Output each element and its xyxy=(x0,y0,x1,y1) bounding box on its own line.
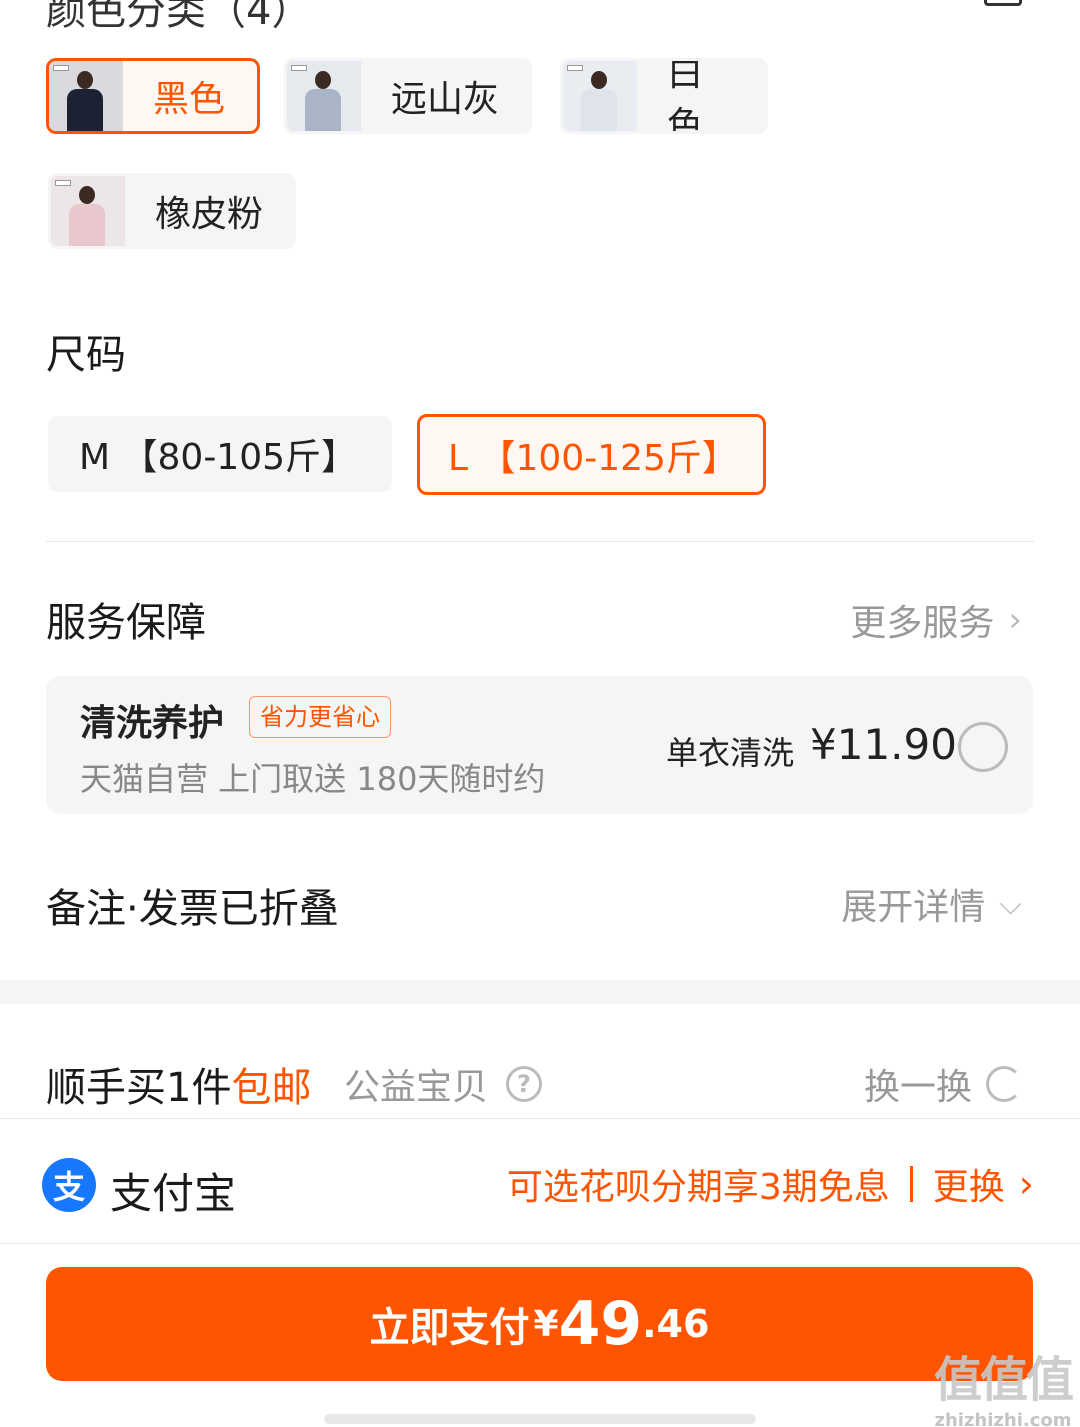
more-services-link[interactable]: 更多服务 › xyxy=(850,594,1022,646)
swap-button[interactable]: 换一换 xyxy=(864,1058,1022,1110)
color-option-pink[interactable]: 橡皮粉 xyxy=(48,173,296,249)
product-thumbnail xyxy=(49,61,123,131)
color-option-label: 白色 xyxy=(667,58,704,134)
color-option-label: 黑色 xyxy=(153,79,226,120)
payment-method-name: 支付宝 xyxy=(110,1169,237,1218)
color-option-white[interactable]: 白色 xyxy=(560,58,768,134)
cleaning-service-card[interactable]: 清洗养护 省力更省心 天猫自营 上门取送 180天随时约 单衣清洗 ¥11.90 xyxy=(46,676,1033,814)
service-badge: 省力更省心 xyxy=(249,696,391,738)
service-price: ¥11.90 xyxy=(810,720,957,769)
pay-now-button[interactable]: 立即支付 ¥ 49 .46 xyxy=(46,1267,1033,1381)
refresh-icon xyxy=(986,1066,1022,1102)
addon-free-shipping: 包邮 xyxy=(231,1065,312,1111)
swap-label: 换一换 xyxy=(863,1067,972,1108)
pay-button-amount-int: 49 xyxy=(558,1289,643,1359)
size-section-title: 尺码 xyxy=(46,332,126,378)
payment-promo-group[interactable]: 可选花呗分期享3期免息 更换 › xyxy=(507,1158,1034,1210)
alipay-logo-icon: 支 xyxy=(42,1158,96,1212)
size-option-l[interactable]: L 【100-125斤】 xyxy=(417,414,766,495)
color-option-black[interactable]: 黑色 xyxy=(46,58,260,134)
addon-subtitle-group: 公益宝贝 ? xyxy=(344,1058,543,1110)
change-payment-label: 更换 xyxy=(932,1167,1005,1208)
divider xyxy=(909,1166,913,1202)
color-section-title: 颜色分类（4） xyxy=(46,0,312,34)
addon-title-prefix: 顺手买1件 xyxy=(46,1065,232,1111)
expand-details-link[interactable]: 展开详情 ⌵ xyxy=(841,878,1022,930)
service-subtitle: 天猫自营 上门取送 180天随时约 xyxy=(80,760,546,798)
service-title: 清洗养护 xyxy=(80,703,225,744)
more-services-label: 更多服务 xyxy=(850,603,995,644)
size-option-label: M 【80-105斤】 xyxy=(79,437,358,478)
addon-subtitle: 公益宝贝 xyxy=(344,1067,489,1108)
home-indicator[interactable] xyxy=(324,1414,756,1424)
divider xyxy=(46,541,1034,542)
watermark-url: zhizhizhi.com xyxy=(934,1410,1072,1427)
pay-button-label: 立即支付 xyxy=(369,1305,530,1351)
product-thumbnail xyxy=(51,176,125,246)
service-select-radio[interactable] xyxy=(958,722,1008,772)
section-separator xyxy=(0,980,1080,1004)
chevron-right-icon: › xyxy=(1018,1162,1034,1206)
expand-details-label: 展开详情 xyxy=(841,887,986,928)
product-thumbnail xyxy=(287,61,361,131)
chevron-right-icon: › xyxy=(1008,600,1022,640)
addon-title: 顺手买1件包邮 xyxy=(46,1055,311,1113)
pay-button-amount-dec: .46 xyxy=(642,1302,710,1346)
watermark-logo: 值值值 xyxy=(933,1352,1074,1408)
service-section-title: 服务保障 xyxy=(46,600,206,646)
chevron-down-icon: ⌵ xyxy=(999,886,1022,922)
help-icon[interactable]: ? xyxy=(506,1066,543,1102)
color-option-label: 橡皮粉 xyxy=(155,194,264,235)
huabei-promo: 可选花呗分期享3期免息 xyxy=(506,1167,890,1208)
list-view-icon[interactable] xyxy=(984,0,1022,6)
pay-button-currency: ¥ xyxy=(533,1303,559,1345)
service-price-label: 单衣清洗 xyxy=(666,734,795,772)
watermark: 值值值 zhizhizhi.com xyxy=(933,1340,1074,1427)
product-thumbnail xyxy=(563,61,637,131)
size-option-label: L 【100-125斤】 xyxy=(448,437,738,479)
color-option-label: 远山灰 xyxy=(391,79,500,120)
size-option-m[interactable]: M 【80-105斤】 xyxy=(48,416,392,492)
color-option-gray[interactable]: 远山灰 xyxy=(284,58,532,134)
divider xyxy=(0,1243,1080,1244)
divider xyxy=(0,1118,1080,1119)
notes-invoice-title: 备注·发票已折叠 xyxy=(46,886,339,932)
